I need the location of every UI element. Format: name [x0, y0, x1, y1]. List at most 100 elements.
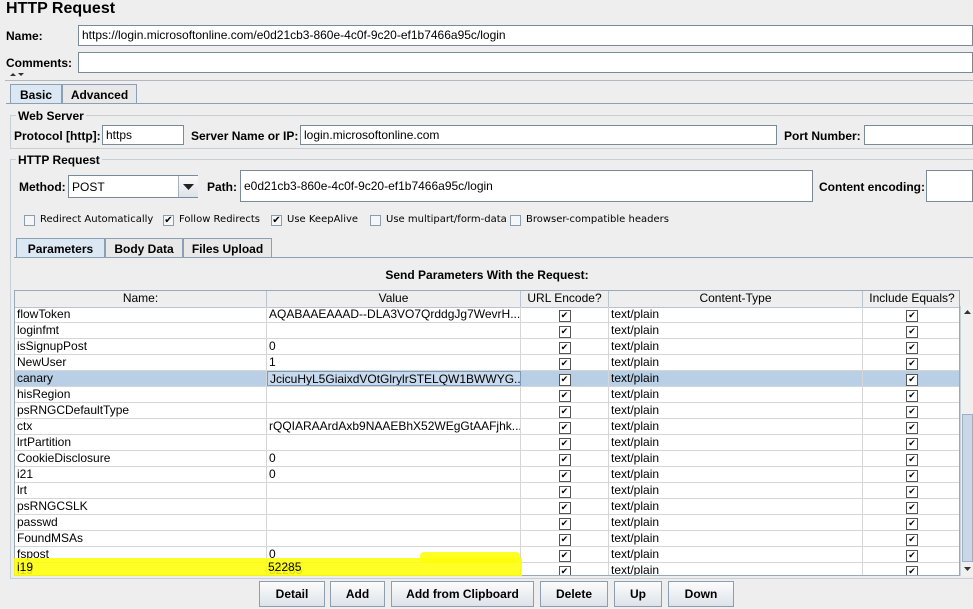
table-row[interactable]: canary JcicuHyL5GiaixdVOtGlrylrSTELQW1BWW…	[15, 371, 959, 387]
url-encode-checkbox[interactable]: ✔	[558, 438, 571, 450]
col-name[interactable]: Name:	[15, 291, 267, 307]
include-equals-checkbox-cell[interactable]: ✔	[863, 419, 959, 434]
include-equals-checkbox[interactable]: ✔	[906, 550, 918, 562]
scroll-up-icon[interactable]	[961, 306, 973, 319]
tab-advanced[interactable]: Advanced	[62, 84, 137, 104]
param-value-cell[interactable]	[267, 499, 521, 514]
content-type-cell[interactable]: text/plain	[609, 387, 863, 402]
param-value-cell[interactable]	[267, 435, 521, 450]
comments-field[interactable]	[78, 52, 973, 73]
tab-parameters[interactable]: Parameters	[16, 238, 105, 258]
content-type-cell[interactable]: text/plain	[609, 515, 863, 530]
url-encode-checkbox-cell[interactable]: ✔	[521, 531, 609, 546]
content-type-cell[interactable]: text/plain	[609, 403, 863, 418]
content-type-cell[interactable]: text/plain	[609, 435, 863, 450]
include-equals-checkbox[interactable]: ✔	[906, 422, 918, 434]
param-value-cell[interactable]: 0	[267, 451, 521, 466]
browser-compatible-checkbox[interactable]	[510, 215, 521, 226]
scrollbar[interactable]	[960, 306, 973, 576]
content-type-cell[interactable]: text/plain	[609, 467, 863, 482]
include-equals-checkbox-cell[interactable]: ✔	[863, 355, 959, 370]
param-name-cell[interactable]: NewUser	[15, 355, 267, 370]
url-encode-checkbox[interactable]: ✔	[558, 502, 571, 514]
url-encode-checkbox-cell[interactable]: ✔	[521, 387, 609, 402]
include-equals-checkbox-cell[interactable]: ✔	[863, 339, 959, 354]
include-equals-checkbox[interactable]: ✔	[906, 486, 918, 498]
include-equals-checkbox[interactable]: ✔	[906, 406, 918, 418]
param-name-cell[interactable]: lrt	[15, 483, 267, 498]
param-value-cell[interactable]: AQABAAEAAAD--DLA3VO7QrddgJg7WevrH...	[267, 307, 521, 322]
chevron-down-icon[interactable]	[178, 176, 198, 197]
url-encode-checkbox[interactable]: ✔	[558, 358, 571, 370]
server-field[interactable]: login.microsoftonline.com	[300, 125, 777, 145]
param-name-cell[interactable]: lrtPartition	[15, 435, 267, 450]
include-equals-checkbox-cell[interactable]: ✔	[863, 531, 959, 546]
scroll-thumb[interactable]	[962, 414, 973, 562]
param-value-cell[interactable]	[267, 483, 521, 498]
param-value-cell[interactable]	[267, 387, 521, 402]
include-equals-checkbox[interactable]: ✔	[906, 566, 918, 575]
url-encode-checkbox[interactable]: ✔	[558, 374, 571, 386]
param-name-cell[interactable]: canary	[15, 371, 267, 386]
include-equals-checkbox[interactable]: ✔	[906, 438, 918, 450]
tab-basic[interactable]: Basic	[10, 84, 62, 104]
include-equals-checkbox-cell[interactable]: ✔	[863, 307, 959, 322]
url-encode-checkbox-cell[interactable]: ✔	[521, 547, 609, 562]
url-encode-checkbox[interactable]: ✔	[558, 454, 571, 466]
include-equals-checkbox[interactable]: ✔	[906, 374, 918, 386]
content-type-cell[interactable]: text/plain	[609, 563, 863, 575]
col-content-type[interactable]: Content-Type	[609, 291, 863, 307]
url-encode-checkbox[interactable]: ✔	[558, 326, 571, 338]
url-encode-checkbox[interactable]: ✔	[558, 422, 571, 434]
table-row[interactable]: ctx rQQIARAArdAxb9NAAEBhX52WEgGtAAFjhk...…	[15, 419, 959, 435]
content-type-cell[interactable]: text/plain	[609, 419, 863, 434]
use-keepalive-checkbox[interactable]: ✔	[271, 215, 282, 226]
col-include-equals[interactable]: Include Equals?	[863, 291, 959, 307]
url-encode-checkbox-cell[interactable]: ✔	[521, 323, 609, 338]
up-button[interactable]: Up	[614, 581, 662, 607]
url-encode-checkbox[interactable]: ✔	[558, 534, 571, 546]
table-row[interactable]: i21 0 ✔ text/plain ✔	[15, 467, 959, 483]
param-value-cell[interactable]	[267, 403, 521, 418]
include-equals-checkbox-cell[interactable]: ✔	[863, 323, 959, 338]
include-equals-checkbox-cell[interactable]: ✔	[863, 451, 959, 466]
content-type-cell[interactable]: text/plain	[609, 531, 863, 546]
url-encode-checkbox[interactable]: ✔	[558, 470, 571, 482]
include-equals-checkbox[interactable]: ✔	[906, 342, 918, 354]
include-equals-checkbox[interactable]: ✔	[906, 454, 918, 466]
param-name-cell[interactable]: flowToken	[15, 307, 267, 322]
name-field[interactable]: https://login.microsoftonline.com/e0d21c…	[78, 25, 973, 46]
param-name-cell[interactable]: passwd	[15, 515, 267, 530]
url-encode-checkbox[interactable]: ✔	[558, 550, 571, 562]
include-equals-checkbox-cell[interactable]: ✔	[863, 403, 959, 418]
col-value[interactable]: Value	[267, 291, 521, 307]
table-row[interactable]: NewUser 1 ✔ text/plain ✔	[15, 355, 959, 371]
redirect-automatically-checkbox[interactable]	[24, 215, 35, 226]
param-value-cell[interactable]	[267, 531, 521, 546]
table-row[interactable]: flowToken AQABAAEAAAD--DLA3VO7QrddgJg7Wev…	[15, 307, 959, 323]
path-field[interactable]: e0d21cb3-860e-4c0f-9c20-ef1b7466a95c/log…	[240, 170, 813, 202]
table-row[interactable]: isSignupPost 0 ✔ text/plain ✔	[15, 339, 959, 355]
add-button[interactable]: Add	[330, 581, 385, 607]
follow-redirects-checkbox[interactable]: ✔	[163, 215, 174, 226]
content-type-cell[interactable]: text/plain	[609, 323, 863, 338]
tab-files-upload[interactable]: Files Upload	[183, 238, 272, 258]
include-equals-checkbox-cell[interactable]: ✔	[863, 371, 959, 386]
protocol-field[interactable]: https	[102, 125, 184, 145]
url-encode-checkbox-cell[interactable]: ✔	[521, 355, 609, 370]
url-encode-checkbox-cell[interactable]: ✔	[521, 451, 609, 466]
port-field[interactable]	[864, 125, 973, 145]
include-equals-checkbox[interactable]: ✔	[906, 310, 918, 322]
url-encode-checkbox[interactable]: ✔	[558, 390, 571, 402]
table-row[interactable]: psRNGCSLK ✔ text/plain ✔	[15, 499, 959, 515]
param-value-cell[interactable]: 0	[267, 467, 521, 482]
url-encode-checkbox[interactable]: ✔	[558, 342, 571, 354]
url-encode-checkbox-cell[interactable]: ✔	[521, 499, 609, 514]
content-type-cell[interactable]: text/plain	[609, 355, 863, 370]
include-equals-checkbox-cell[interactable]: ✔	[863, 499, 959, 514]
include-equals-checkbox-cell[interactable]: ✔	[863, 483, 959, 498]
url-encode-checkbox-cell[interactable]: ✔	[521, 419, 609, 434]
include-equals-checkbox-cell[interactable]: ✔	[863, 435, 959, 450]
table-row[interactable]: loginfmt ✔ text/plain ✔	[15, 323, 959, 339]
param-name-cell[interactable]: hisRegion	[15, 387, 267, 402]
